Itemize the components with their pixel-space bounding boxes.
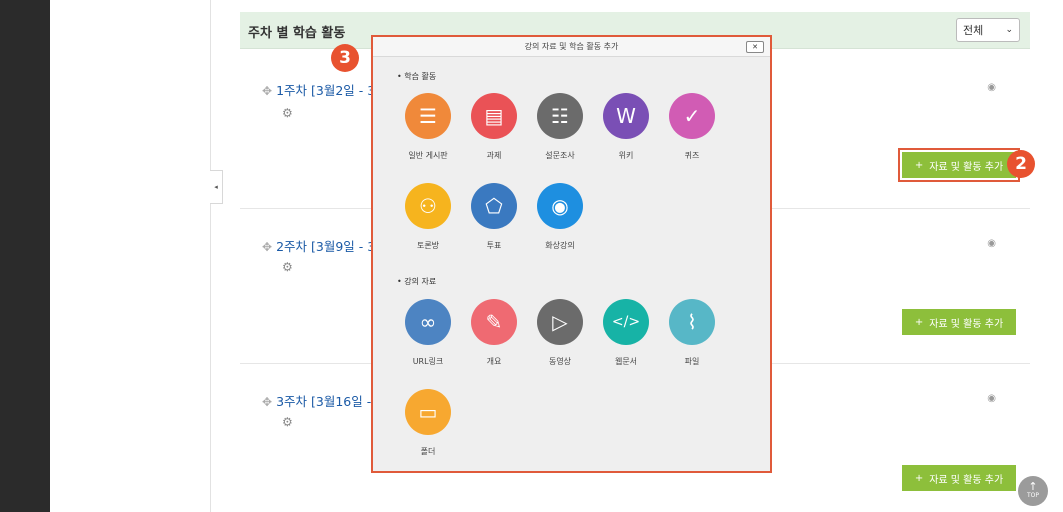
list-icon: ☰ (405, 93, 451, 139)
week-title-text: 2주차 [3월9일 - 3 (276, 239, 376, 254)
play-icon: ▷ (537, 299, 583, 345)
tile-checklist[interactable]: ☷ 설문조사 (525, 93, 595, 161)
close-icon[interactable]: ✕ (746, 41, 764, 53)
tile-document[interactable]: ▤ 과제 (459, 93, 529, 161)
code-icon: </> (603, 299, 649, 345)
tile-code[interactable]: </> 웹문서 (591, 299, 661, 367)
move-icon[interactable]: ✥ (262, 240, 272, 254)
tile-label: 토론방 (416, 241, 440, 250)
tile-video-chat[interactable]: ◉ 화상강의 (525, 183, 595, 251)
pencil-icon: ✎ (471, 299, 517, 345)
eye-icon[interactable]: ◉ (987, 82, 996, 93)
page-title: 주차 별 학습 활동 (248, 26, 346, 41)
add-button-label: 자료 및 활동 추가 (929, 318, 1004, 330)
activities-section-label: • 학습 활동 (397, 72, 437, 81)
tile-paperclip[interactable]: ⌇ 파일 (657, 299, 727, 367)
scroll-top-button[interactable]: ↑ TOP (1018, 476, 1048, 506)
paperclip-icon: ⌇ (669, 299, 715, 345)
checklist-icon: ☷ (537, 93, 583, 139)
tile-check-circle[interactable]: ✓ 퀴즈 (657, 93, 727, 161)
tile-label: 파일 (684, 357, 700, 366)
wiki-icon: W (603, 93, 649, 139)
week-title-2[interactable]: ✥ 2주차 [3월9일 - 3 (262, 236, 375, 255)
modal-header: 강의 자료 및 학습 활동 추가 ✕ (373, 37, 770, 57)
tile-label: 위키 (618, 151, 634, 160)
tile-label: 동영상 (548, 357, 572, 366)
eye-icon[interactable]: ◉ (987, 238, 996, 249)
video-chat-icon: ◉ (537, 183, 583, 229)
week-title-text: 3주차 [3월16일 - 3 (276, 394, 384, 409)
move-icon[interactable]: ✥ (262, 395, 272, 409)
tile-label: URL링크 (412, 357, 444, 366)
tile-folder[interactable]: ▭ 폴더 (393, 389, 463, 457)
gear-icon[interactable]: ⚙ (282, 415, 293, 429)
document-icon: ▤ (471, 93, 517, 139)
step-badge-2: 2 (1007, 150, 1035, 178)
tile-label: 화상강의 (545, 241, 575, 250)
add-resource-activity-button[interactable]: + 자료 및 활동 추가 (898, 148, 1020, 182)
chevron-down-icon: ⌄ (1005, 25, 1013, 35)
week-title-1[interactable]: ✥ 1주차 [3월2일 - 3 (262, 80, 375, 99)
tile-label: 폴더 (420, 447, 436, 456)
tile-label: 설문조사 (545, 151, 575, 160)
gear-icon[interactable]: ⚙ (282, 260, 293, 274)
tile-label: 퀴즈 (684, 151, 700, 160)
step-badge-3: 3 (331, 44, 359, 72)
week-title-text: 1주차 [3월2일 - 3 (276, 83, 376, 98)
tile-label: 개요 (486, 357, 502, 366)
tile-label: 과제 (486, 151, 502, 160)
check-circle-icon: ✓ (669, 93, 715, 139)
eye-icon[interactable]: ◉ (987, 393, 996, 404)
folder-icon: ▭ (405, 389, 451, 435)
gear-icon[interactable]: ⚙ (282, 106, 293, 120)
eraser-icon: ⬠ (471, 183, 517, 229)
move-icon[interactable]: ✥ (262, 84, 272, 98)
tile-play[interactable]: ▷ 동영상 (525, 299, 595, 367)
tile-label: 웹문서 (614, 357, 638, 366)
add-activity-modal: 강의 자료 및 학습 활동 추가 ✕ • 학습 활동 • 강의 자료 ☰ 일반 게… (373, 37, 770, 471)
tile-label: 일반 게시판 (408, 151, 448, 160)
modal-title: 강의 자료 및 학습 활동 추가 (524, 42, 619, 51)
add-button-label: 자료 및 활동 추가 (929, 474, 1004, 486)
top-label: TOP (1026, 492, 1039, 499)
tile-list[interactable]: ☰ 일반 게시판 (393, 93, 463, 161)
materials-section-label: • 강의 자료 (397, 277, 437, 286)
add-button-label: 자료 및 활동 추가 (929, 161, 1004, 173)
left-panel (50, 0, 211, 512)
tile-wiki[interactable]: W 위키 (591, 93, 661, 161)
tile-people[interactable]: ⚇ 토론방 (393, 183, 463, 251)
tile-label: 투표 (486, 241, 502, 250)
plus-icon: + (914, 159, 924, 171)
tile-pencil[interactable]: ✎ 개요 (459, 299, 529, 367)
plus-icon: + (914, 316, 924, 328)
left-nav-bar (0, 0, 50, 512)
week-title-3[interactable]: ✥ 3주차 [3월16일 - 3 (262, 391, 383, 410)
people-icon: ⚇ (405, 183, 451, 229)
week-filter-value: 전체 (963, 24, 984, 37)
add-resource-activity-button[interactable]: + 자료 및 활동 추가 (902, 309, 1016, 335)
add-resource-activity-button[interactable]: + 자료 및 활동 추가 (902, 465, 1016, 491)
plus-icon: + (914, 472, 924, 484)
arrow-up-icon: ↑ (1028, 480, 1038, 493)
week-filter-select[interactable]: 전체 ⌄ (956, 18, 1020, 42)
link-icon: ∞ (405, 299, 451, 345)
tile-link[interactable]: ∞ URL링크 (393, 299, 463, 367)
tile-eraser[interactable]: ⬠ 투표 (459, 183, 529, 251)
